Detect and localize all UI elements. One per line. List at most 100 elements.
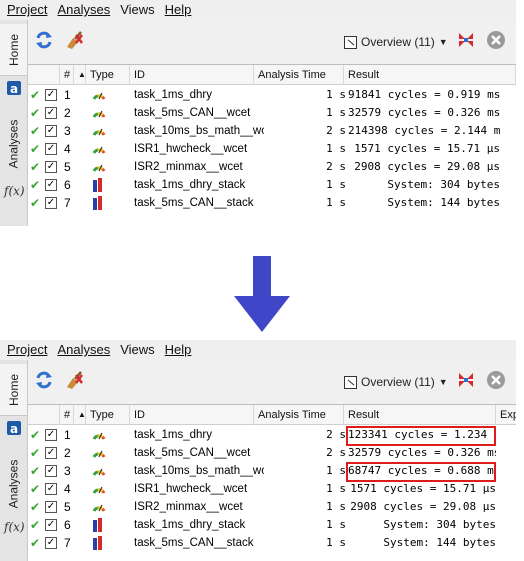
col-result[interactable]: Result — [344, 405, 496, 425]
col-analysis-time[interactable]: Analysis Time — [254, 65, 344, 85]
col-analysis-time[interactable]: Analysis Time — [254, 405, 344, 425]
enable-checkbox[interactable]: ✓ — [45, 447, 57, 459]
tab-fx[interactable]: f(x) — [4, 184, 25, 198]
close-icon — [487, 31, 505, 49]
col-id[interactable]: ID — [130, 65, 254, 85]
result-value: 2908 cycles = 29.08 µs — [354, 160, 500, 173]
menu-bar: Project Analyses Views Help — [0, 340, 516, 360]
sort-asc-icon[interactable]: ▲ — [74, 405, 86, 425]
enable-checkbox[interactable]: ✓ — [45, 465, 57, 477]
collapse-all-button[interactable] — [454, 28, 478, 52]
clear-results-button[interactable] — [62, 28, 86, 52]
menu-bar: Project Analyses Views Help — [0, 0, 516, 20]
status-ok-icon: ✔ — [30, 428, 41, 442]
table-row[interactable]: ✔ ✓ 6 task_1ms_dhry_stack 1 s System: 304 byt… — [28, 516, 516, 534]
status-ok-icon: ✔ — [30, 124, 41, 138]
analysis-id: ISR1_hwcheck__wcet — [134, 483, 248, 495]
status-ok-icon: ✔ — [30, 482, 41, 496]
table-row[interactable]: ✔ ✓ 2 task_5ms_CAN__wcet 1 s 32579 cycles = 0… — [28, 104, 516, 122]
sort-asc-icon[interactable]: ▲ — [74, 65, 86, 85]
table-row[interactable]: ✔ ✓ 5 ISR2_minmax__wcet 2 s 2908 cycles = 29.… — [28, 158, 516, 176]
svg-text:a: a — [10, 422, 18, 436]
result-value: System: 144 bytes — [387, 196, 500, 209]
collapse-all-button[interactable] — [454, 368, 478, 392]
table-header: # ▲ Type ID Analysis Time Result Exp — [28, 405, 516, 425]
menu-project[interactable]: Project — [2, 0, 52, 20]
enable-checkbox[interactable]: ✓ — [45, 179, 57, 191]
table-row[interactable]: ✔ ✓ 2 task_5ms_CAN__wcet 2 s 32579 cycles = 0… — [28, 444, 516, 462]
overview-dropdown[interactable]: Overview (11) ▼ — [344, 372, 448, 392]
enable-checkbox[interactable]: ✓ — [45, 483, 57, 495]
side-tab-bar: Home a Analyses f(x) — [0, 20, 28, 226]
enable-checkbox[interactable]: ✓ — [45, 125, 57, 137]
result-value: 1571 cycles = 15.71 µs — [350, 482, 496, 495]
enable-checkbox[interactable]: ✓ — [45, 501, 57, 513]
type-cell — [92, 104, 108, 122]
tab-analyses[interactable]: Analyses — [0, 452, 27, 516]
row-number: 4 — [64, 142, 71, 156]
col-num[interactable]: # — [60, 405, 74, 425]
enable-checkbox[interactable]: ✓ — [45, 429, 57, 441]
result-value: 32579 cycles = 0.326 ms — [348, 446, 496, 459]
col-num[interactable]: # — [60, 65, 74, 85]
row-number: 1 — [64, 428, 71, 442]
table-row[interactable]: ✔ ✓ 4 ISR1_hwcheck__wcet 1 s 1571 cycles = 15… — [28, 140, 516, 158]
analysis-time: 2 s — [326, 160, 346, 173]
table-row[interactable]: ✔ ✓ 7 task_5ms_CAN__stack 1 s System: 144 byt… — [28, 194, 516, 212]
col-id[interactable]: ID — [130, 405, 254, 425]
tab-fx[interactable]: f(x) — [4, 520, 25, 534]
tab-analyses[interactable]: Analyses — [0, 112, 27, 176]
svg-text:a: a — [10, 82, 18, 96]
stack-usage-icon — [93, 178, 102, 192]
enable-checkbox[interactable]: ✓ — [45, 143, 57, 155]
enable-checkbox[interactable]: ✓ — [45, 107, 57, 119]
close-button[interactable] — [484, 368, 508, 392]
enable-checkbox[interactable]: ✓ — [45, 519, 57, 531]
table-row[interactable]: ✔ ✓ 1 task_1ms_dhry 1 s 91841 cycles = 0.919 … — [28, 86, 516, 104]
overview-icon — [344, 375, 357, 389]
col-result[interactable]: Result — [344, 65, 516, 85]
col-expected[interactable]: Exp — [496, 405, 516, 425]
project-logo-icon: a — [7, 81, 21, 96]
table-row[interactable]: ✔ ✓ 3 task_10ms_bs_math__wcet 2 s 214398 cycl… — [28, 122, 516, 140]
analysis-time: 2 s — [326, 428, 346, 441]
result-value: 91841 cycles = 0.919 ms — [348, 88, 500, 101]
menu-analyses[interactable]: Analyses — [52, 0, 115, 20]
enable-checkbox[interactable]: ✓ — [45, 161, 57, 173]
refresh-button[interactable] — [32, 368, 56, 392]
menu-views[interactable]: Views — [115, 340, 159, 360]
analysis-id: task_5ms_CAN__wcet — [134, 107, 251, 119]
analysis-time: 1 s — [326, 536, 346, 549]
type-cell — [92, 480, 108, 498]
menu-project[interactable]: Project — [2, 340, 52, 360]
menu-analyses[interactable]: Analyses — [52, 340, 115, 360]
wcet-gauge-icon — [92, 128, 106, 136]
close-button[interactable] — [484, 28, 508, 52]
menu-help[interactable]: Help — [160, 340, 197, 360]
result-value: 1571 cycles = 15.71 µs — [354, 142, 500, 155]
overview-icon — [344, 35, 357, 49]
type-cell — [92, 176, 108, 194]
col-type[interactable]: Type — [86, 405, 130, 425]
enable-checkbox[interactable]: ✓ — [45, 537, 57, 549]
clear-results-button[interactable] — [62, 368, 86, 392]
table-row[interactable]: ✔ ✓ 7 task_5ms_CAN__stack 1 s System: 144 byt… — [28, 534, 516, 552]
enable-checkbox[interactable]: ✓ — [45, 89, 57, 101]
menu-views[interactable]: Views — [115, 0, 159, 20]
tab-home[interactable]: Home — [0, 24, 27, 76]
menu-help[interactable]: Help — [160, 0, 197, 20]
table-row[interactable]: ✔ ✓ 5 ISR2_minmax__wcet 1 s 2908 cycles = 29.… — [28, 498, 516, 516]
refresh-button[interactable] — [32, 28, 56, 52]
table-row[interactable]: ✔ ✓ 4 ISR1_hwcheck__wcet 1 s 1571 cycles = 15… — [28, 480, 516, 498]
overview-dropdown[interactable]: Overview (11) ▼ — [344, 32, 448, 52]
analysis-id: task_1ms_dhry_stack — [134, 179, 246, 191]
table-row[interactable]: ✔ ✓ 6 task_1ms_dhry_stack 1 s System: 304 byt… — [28, 176, 516, 194]
enable-checkbox[interactable]: ✓ — [45, 197, 57, 209]
col-type[interactable]: Type — [86, 65, 130, 85]
analysis-id: task_1ms_dhry — [134, 429, 212, 441]
broom-clear-icon — [67, 31, 83, 49]
side-tab-bar: Home a Analyses f(x) — [0, 360, 28, 561]
tab-home[interactable]: Home — [0, 364, 27, 416]
type-cell — [92, 86, 108, 104]
result-value: 2908 cycles = 29.08 µs — [350, 500, 496, 513]
